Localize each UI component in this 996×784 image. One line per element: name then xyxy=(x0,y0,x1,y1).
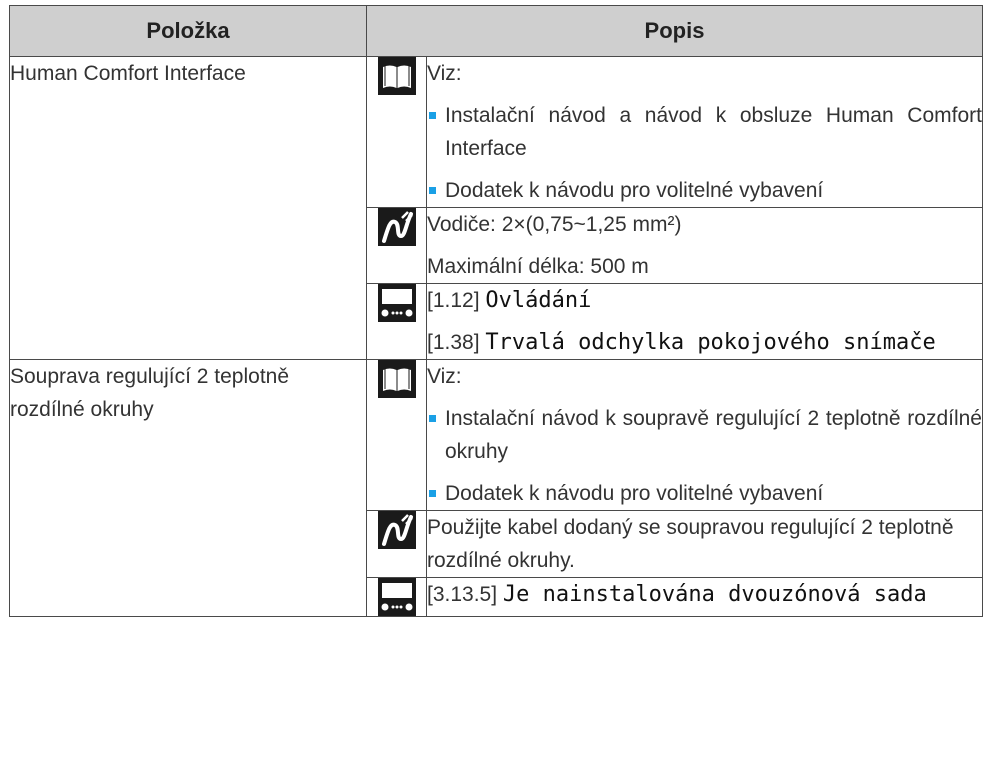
controller-icon xyxy=(377,284,416,322)
description-cell: [1.12] Ovládání [1.38] Trvalá odchylka p… xyxy=(426,283,983,360)
list-item: Dodatek k návodu pro volitelné vybavení xyxy=(427,174,982,207)
setting-reference: [1.38] Trvalá odchylka pokojového snímač… xyxy=(427,326,982,359)
see-label: Viz: xyxy=(427,365,462,388)
setting-code: [1.38] xyxy=(427,331,480,354)
description-cell: Vodiče: 2×(0,75~1,25 mm²) Maximální délk… xyxy=(426,207,983,284)
setting-reference: [1.12] Ovládání xyxy=(427,284,982,317)
list-item: Instalační návod a návod k obsluze Human… xyxy=(427,99,982,165)
setting-code: [3.13.5] xyxy=(427,583,498,606)
setting-name: Je nainstalována dvouzónová sada xyxy=(502,582,927,607)
description-cell: Viz: Instalační návod a návod k obsluze … xyxy=(426,56,983,208)
cable-icon xyxy=(377,511,416,549)
column-header-item: Položka xyxy=(9,5,367,57)
reference-list: Instalační návod k soupravě regulující 2… xyxy=(427,402,982,510)
item-name: Human Comfort Interface xyxy=(9,56,367,360)
setting-reference: [3.13.5] Je nainstalována dvouzónová sad… xyxy=(427,578,982,611)
cable-instruction: Použijte kabel dodaný se soupravou regul… xyxy=(427,516,954,572)
list-item: Instalační návod k soupravě regulující 2… xyxy=(427,402,982,468)
book-icon xyxy=(377,57,416,95)
max-length: Maximální délka: 500 m xyxy=(427,255,649,278)
wire-spec: Vodiče: 2×(0,75~1,25 mm²) xyxy=(427,213,682,236)
controller-icon xyxy=(377,578,416,616)
setting-code: [1.12] xyxy=(427,289,480,312)
description-cell: [3.13.5] Je nainstalována dvouzónová sad… xyxy=(426,577,983,617)
setting-name: Ovládání xyxy=(485,288,592,313)
see-label: Viz: xyxy=(427,62,462,85)
list-item: Dodatek k návodu pro volitelné vybavení xyxy=(427,477,982,510)
item-name: Souprava regulující 2 teplotně rozdílné … xyxy=(9,359,367,617)
document-page: Položka Popis Human Comfort Interface Vi… xyxy=(0,0,996,784)
book-icon xyxy=(377,360,416,398)
options-table: Položka Popis Human Comfort Interface Vi… xyxy=(9,5,983,617)
table-row: Souprava regulující 2 teplotně rozdílné … xyxy=(9,359,983,617)
table-header-row: Položka Popis xyxy=(9,5,983,57)
cable-icon xyxy=(377,208,416,246)
setting-name: Trvalá odchylka pokojového snímače xyxy=(485,330,936,355)
description-cell: Viz: Instalační návod k soupravě reguluj… xyxy=(426,359,983,511)
table-row: Human Comfort Interface Viz: Instalační … xyxy=(9,56,983,360)
description-cell: Použijte kabel dodaný se soupravou regul… xyxy=(426,510,983,578)
column-header-description: Popis xyxy=(366,5,983,57)
reference-list: Instalační návod a návod k obsluze Human… xyxy=(427,99,982,207)
